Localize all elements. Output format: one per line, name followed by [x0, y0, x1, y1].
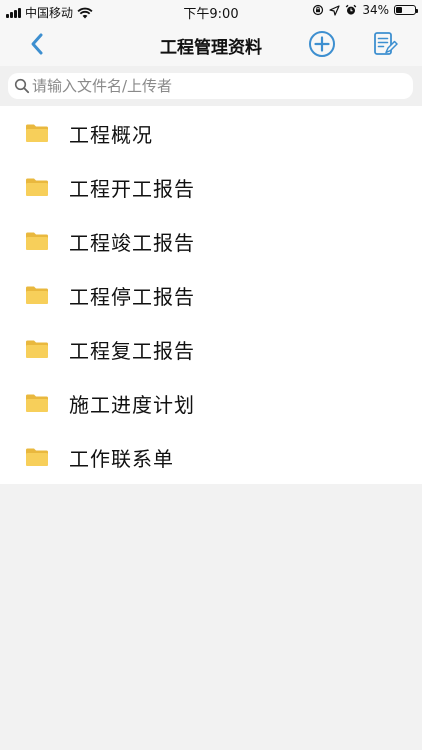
battery-icon — [394, 5, 418, 15]
folder-item-label: 工程复工报告 — [69, 338, 195, 363]
folder-icon — [26, 286, 48, 304]
battery-percent: 34% — [362, 3, 389, 17]
battery-level — [396, 7, 403, 13]
folder-item-label: 工程停工报告 — [69, 284, 195, 309]
folder-item-label: 工程开工报告 — [69, 176, 195, 201]
folder-item-label: 工作联系单 — [69, 446, 174, 471]
folder-item-project-overview[interactable]: 工程概况 — [0, 106, 422, 160]
folder-item-label: 工程竣工报告 — [69, 230, 195, 255]
folder-item-label: 工程概况 — [69, 122, 153, 147]
folder-item-label: 施工进度计划 — [69, 392, 195, 417]
search-bar — [0, 66, 422, 106]
orientation-lock-icon — [313, 4, 324, 16]
folder-item-start-report[interactable]: 工程开工报告 — [0, 160, 422, 214]
status-right: 34% — [312, 3, 418, 17]
page-title: 工程管理资料 — [160, 38, 262, 58]
folder-item-suspension-report[interactable]: 工程停工报告 — [0, 268, 422, 322]
folder-item-completion-report[interactable]: 工程竣工报告 — [0, 214, 422, 268]
folder-icon — [26, 448, 48, 466]
search-box[interactable] — [8, 73, 413, 99]
folder-item-resumption-report[interactable]: 工程复工报告 — [0, 322, 422, 376]
folder-icon — [26, 232, 48, 250]
edit-document-icon[interactable] — [372, 31, 398, 57]
folder-icon — [26, 394, 48, 412]
folder-icon — [26, 124, 48, 142]
folder-icon — [26, 340, 48, 358]
search-input[interactable] — [32, 77, 402, 95]
folder-list: 工程概况 工程开工报告 工程竣工报告 工程停工报告 工程复工报告 施工进度计划 … — [0, 106, 422, 484]
folder-item-schedule-plan[interactable]: 施工进度计划 — [0, 376, 422, 430]
alarm-icon — [346, 4, 357, 15]
folder-item-work-contact-sheet[interactable]: 工作联系单 — [0, 430, 422, 484]
add-circle-icon[interactable] — [308, 30, 336, 58]
search-icon — [14, 78, 30, 94]
folder-icon — [26, 178, 48, 196]
navigation-bar: 工程管理资料 — [0, 22, 422, 66]
location-icon — [329, 4, 340, 16]
status-bar: 中国移动 下午9:00 34% — [0, 0, 422, 22]
